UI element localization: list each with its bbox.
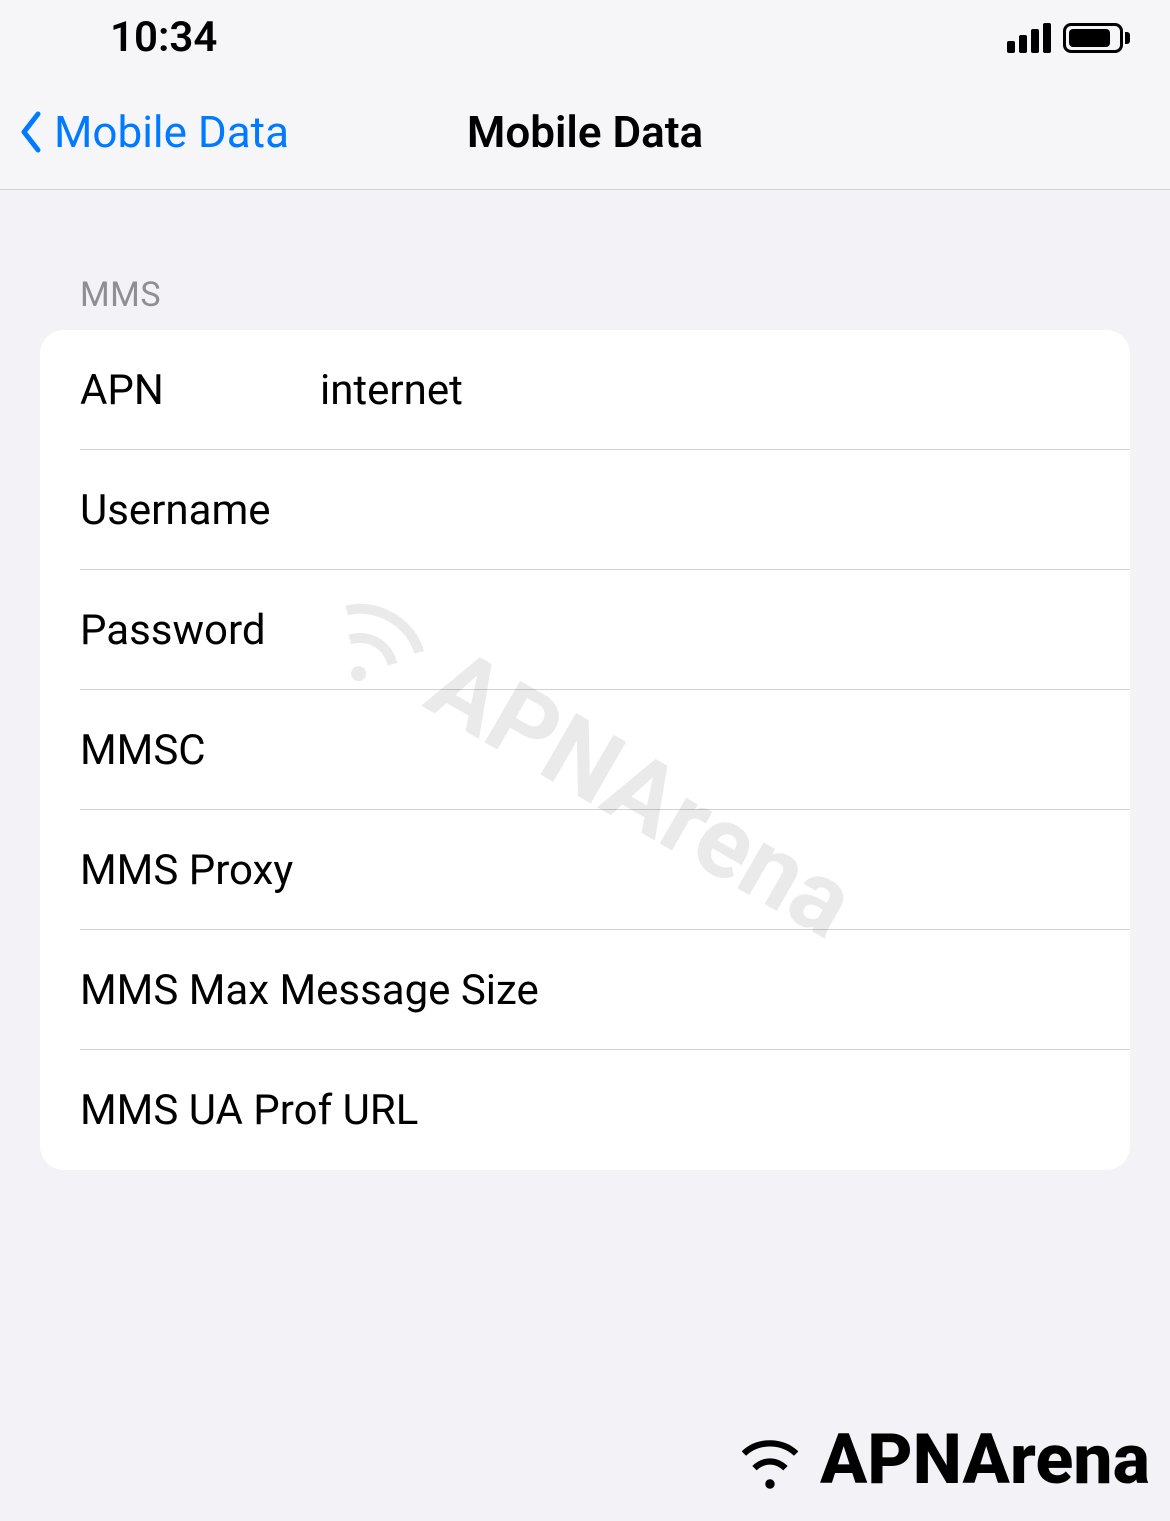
password-input[interactable] [320,606,1090,655]
chevron-left-icon [20,110,44,154]
status-bar: 10:34 [0,0,1170,75]
cellular-signal-icon [1007,23,1051,53]
username-row[interactable]: Username [40,450,1130,570]
mms-max-size-label: MMS Max Message Size [80,966,1090,1015]
mmsc-input[interactable] [320,726,1090,775]
mms-proxy-label: MMS Proxy [80,846,555,895]
password-label: Password [80,606,320,655]
footer-logo-text: APNArena [820,1419,1150,1501]
mms-settings-group: APN Username Password MMSC MMS Proxy MMS… [40,330,1130,1170]
mms-proxy-row[interactable]: MMS Proxy [40,810,1130,930]
mms-max-size-row[interactable]: MMS Max Message Size [40,930,1130,1050]
mms-ua-prof-row[interactable]: MMS UA Prof URL [40,1050,1130,1170]
back-label: Mobile Data [54,106,289,158]
password-row[interactable]: Password [40,570,1130,690]
wifi-icon [725,1423,815,1498]
username-input[interactable] [320,486,1090,535]
navigation-bar: Mobile Data Mobile Data [0,75,1170,190]
page-title: Mobile Data [467,106,703,158]
mmsc-label: MMSC [80,726,320,775]
content-area: MMS APN Username Password MMSC MMS Proxy [0,190,1170,1170]
status-time: 10:34 [40,13,217,62]
apn-label: APN [80,366,320,415]
section-header-mms: MMS [40,190,1130,330]
apn-row[interactable]: APN [40,330,1130,450]
status-indicators [1007,23,1130,53]
mmsc-row[interactable]: MMSC [40,690,1130,810]
battery-icon [1063,23,1130,53]
footer-logo: APNArena [725,1419,1150,1501]
back-button[interactable]: Mobile Data [0,106,289,158]
mms-ua-prof-label: MMS UA Prof URL [80,1086,1090,1135]
apn-input[interactable] [320,366,1090,415]
mms-proxy-input[interactable] [555,846,1090,895]
username-label: Username [80,486,320,535]
